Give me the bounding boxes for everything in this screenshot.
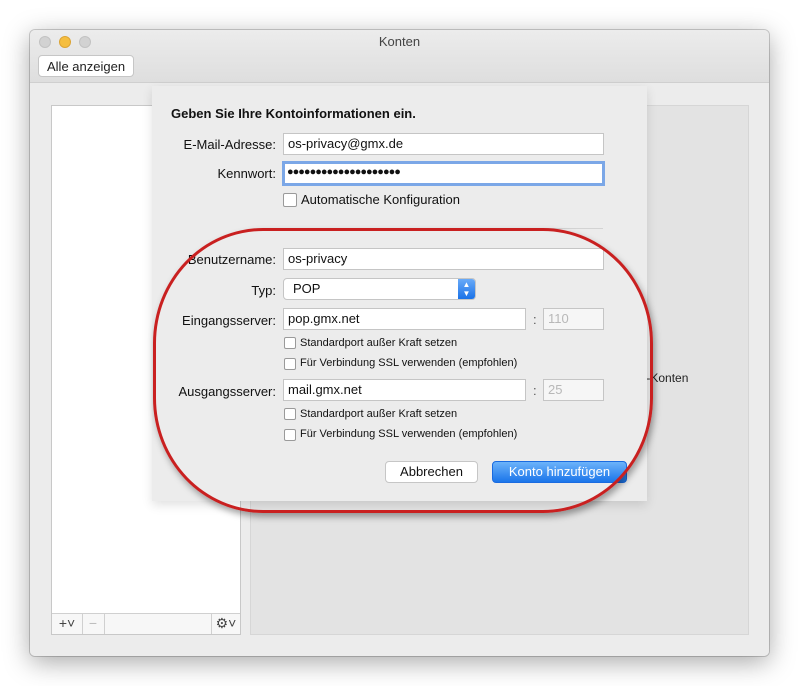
sheet-heading: Geben Sie Ihre Kontoinformationen ein.: [171, 106, 416, 121]
window-title: Konten: [378, 34, 421, 49]
title-bar: Konten Alle anzeigen: [30, 30, 769, 83]
password-label: Kennwort:: [217, 166, 276, 181]
email-field[interactable]: os-privacy@gmx.de: [283, 133, 604, 155]
password-field[interactable]: ●●●●●●●●●●●●●●●●●●●●: [282, 161, 605, 186]
add-account-menu-button[interactable]: +˅: [52, 614, 83, 634]
show-all-button[interactable]: Alle anzeigen: [38, 55, 135, 77]
auto-config-checkbox[interactable]: [283, 193, 297, 207]
auto-config-label: Automatische Konfiguration: [301, 192, 460, 207]
account-list-toolbar: +˅ − ⚙˅: [52, 613, 240, 634]
gear-icon[interactable]: ⚙˅: [211, 614, 240, 634]
highlight-oval: [153, 228, 653, 513]
email-label: E-Mail-Adresse:: [183, 137, 276, 152]
remove-account-button[interactable]: −: [82, 614, 105, 634]
